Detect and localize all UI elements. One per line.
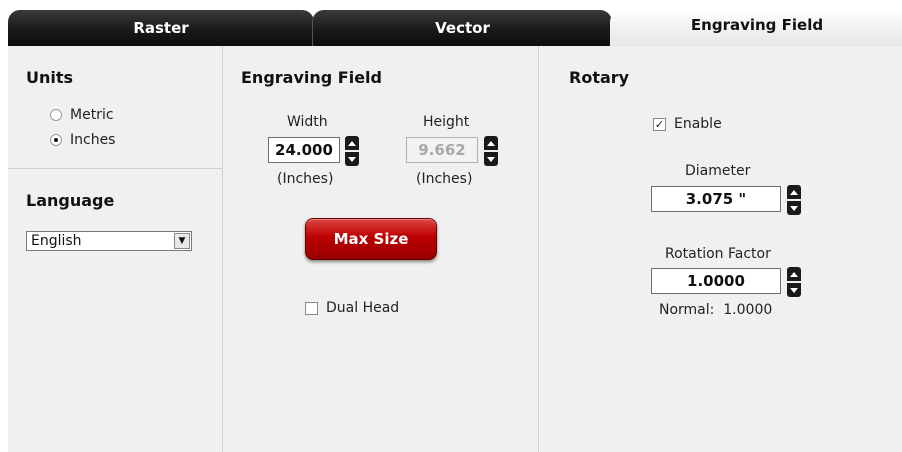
spin-up-icon[interactable] <box>787 267 801 281</box>
normal-value-text: Normal: 1.0000 <box>659 302 773 318</box>
spin-down-icon[interactable] <box>484 152 498 166</box>
divider <box>8 168 222 169</box>
spin-up-icon[interactable] <box>484 136 498 150</box>
enable-label: Enable <box>674 116 722 132</box>
width-input[interactable]: 24.000 <box>268 137 340 163</box>
height-unit-label: (Inches) <box>416 171 473 187</box>
dual-head-checkbox[interactable]: Dual Head <box>305 300 399 316</box>
units-metric-label: Metric <box>70 107 114 123</box>
engraving-field-title: Engraving Field <box>241 68 382 87</box>
diameter-label: Diameter <box>685 163 751 179</box>
rotation-factor-spinner[interactable] <box>787 267 801 297</box>
height-spinner[interactable] <box>484 136 498 166</box>
spin-down-icon[interactable] <box>787 201 801 215</box>
language-select[interactable]: English ▼ <box>26 231 192 251</box>
units-inches-label: Inches <box>70 132 116 148</box>
rotary-panel: Rotary ✓ Enable Diameter 3.075 " Rotatio… <box>538 46 902 452</box>
chevron-down-icon[interactable]: ▼ <box>174 233 190 249</box>
radio-unchecked-icon <box>50 109 62 121</box>
language-title: Language <box>26 191 115 210</box>
radio-checked-icon <box>50 134 62 146</box>
diameter-input[interactable]: 3.075 " <box>651 186 781 212</box>
tab-engraving-field[interactable]: Engraving Field <box>610 10 902 46</box>
tab-raster[interactable]: Raster <box>8 10 314 46</box>
spin-down-icon[interactable] <box>787 283 801 297</box>
width-label: Width <box>287 114 328 130</box>
tab-vector[interactable]: Vector <box>312 10 612 46</box>
spin-up-icon[interactable] <box>787 185 801 199</box>
dual-head-label: Dual Head <box>326 300 400 316</box>
checkbox-checked-icon: ✓ <box>653 117 666 131</box>
language-value: English <box>31 233 82 249</box>
units-inches-radio[interactable]: Inches <box>50 132 115 148</box>
rotation-factor-label: Rotation Factor <box>665 246 771 262</box>
rotation-factor-input[interactable]: 1.0000 <box>651 268 781 294</box>
width-unit-label: (Inches) <box>277 171 334 187</box>
width-spinner[interactable] <box>345 136 359 166</box>
checkbox-unchecked-icon <box>305 301 318 315</box>
max-size-button[interactable]: Max Size <box>305 218 437 260</box>
spin-down-icon[interactable] <box>345 152 359 166</box>
height-label: Height <box>423 114 470 130</box>
units-metric-radio[interactable]: Metric <box>50 107 114 123</box>
rotary-title: Rotary <box>569 68 630 87</box>
diameter-spinner[interactable] <box>787 185 801 215</box>
height-input[interactable]: 9.662 <box>406 137 478 163</box>
rotary-enable-checkbox[interactable]: ✓ Enable <box>653 116 722 132</box>
spin-up-icon[interactable] <box>345 136 359 150</box>
units-language-panel: Units Metric Inches Language English ▼ <box>8 46 222 452</box>
units-title: Units <box>26 68 74 87</box>
